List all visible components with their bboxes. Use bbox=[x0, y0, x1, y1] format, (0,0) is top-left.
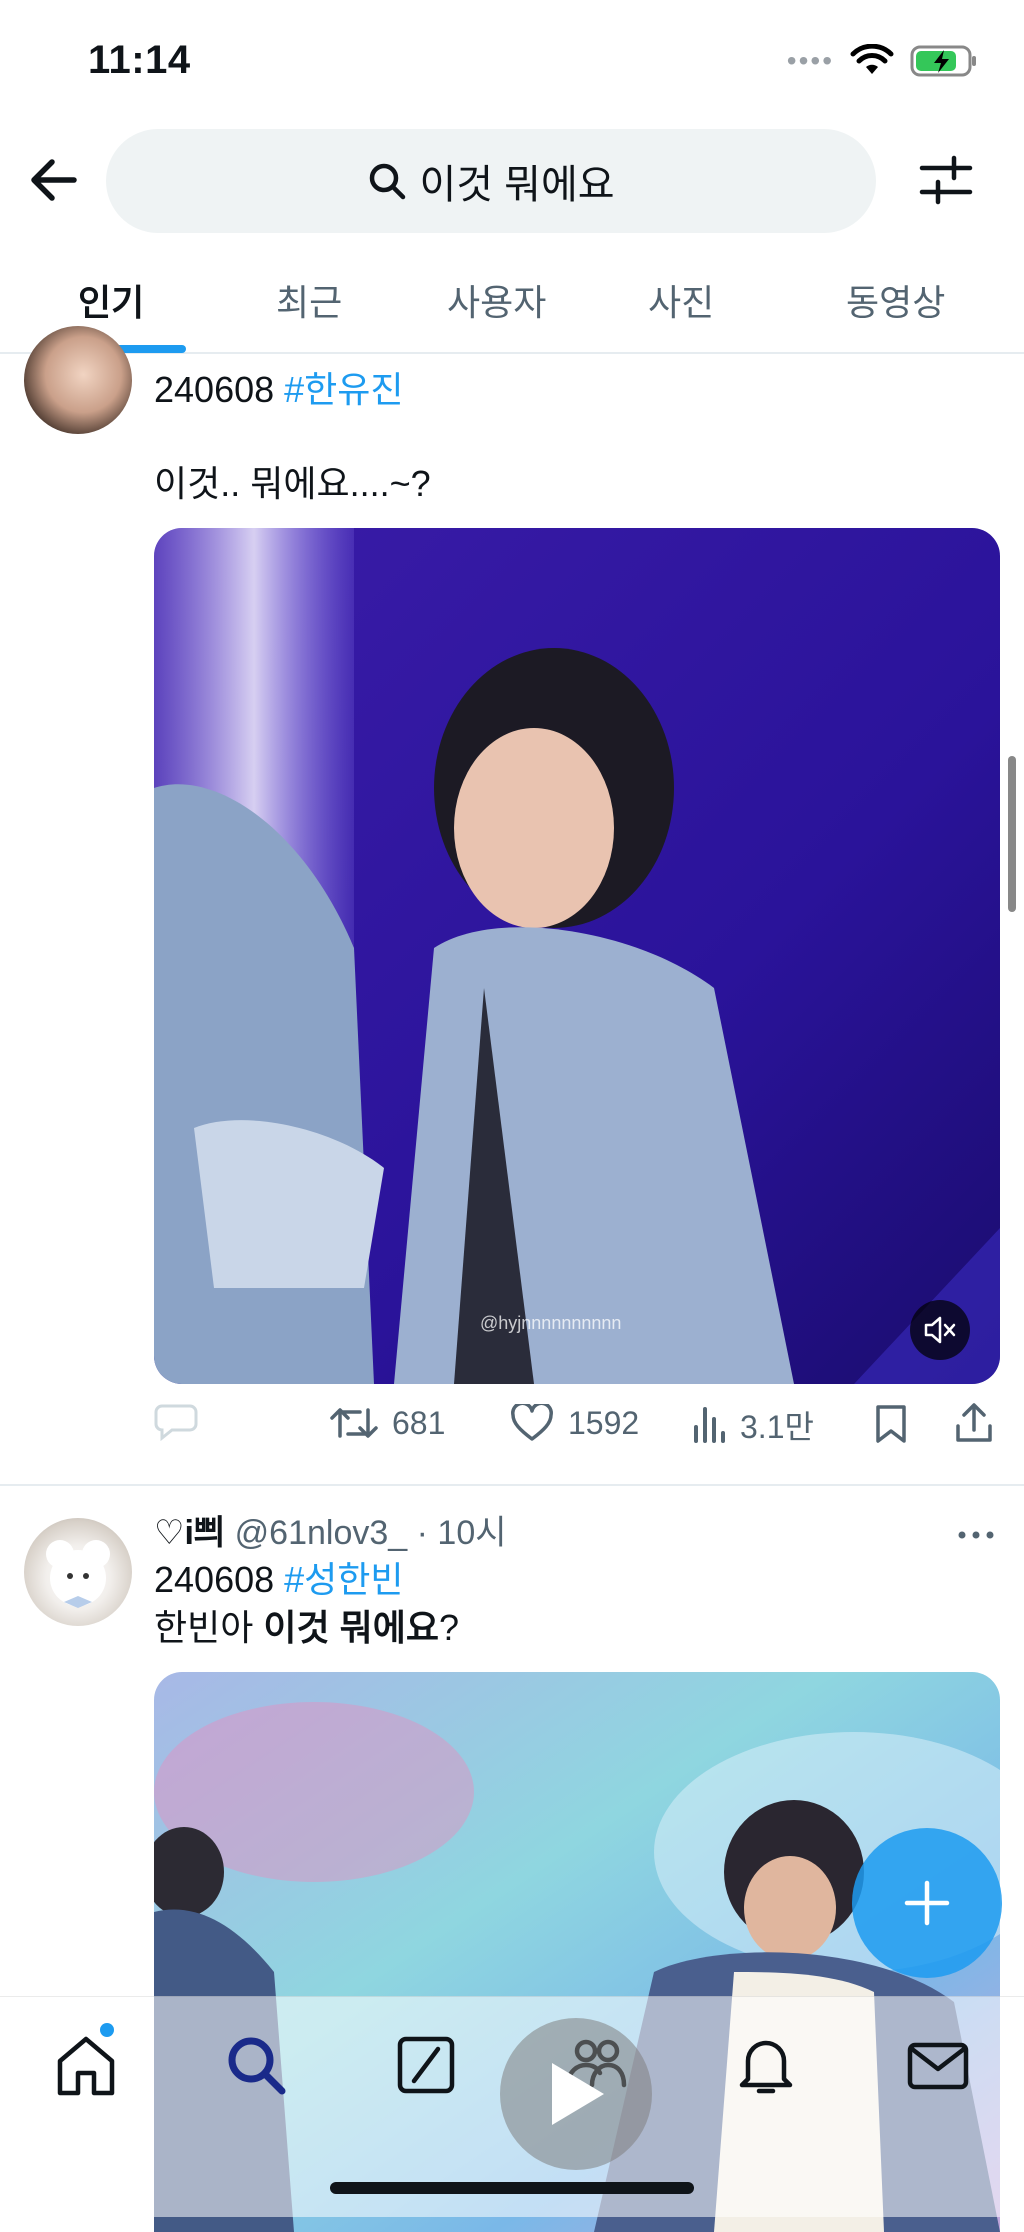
tab-popular[interactable]: 인기 bbox=[78, 274, 144, 326]
avatar[interactable] bbox=[24, 1518, 132, 1626]
notifications-icon[interactable] bbox=[732, 2031, 800, 2099]
battery-icon bbox=[910, 45, 976, 77]
post-body-prefix: 한빈아 bbox=[154, 1607, 264, 1648]
like-icon bbox=[511, 1404, 553, 1441]
video-watermark: @hyjnnnnnnnnnn bbox=[480, 1313, 622, 1333]
tab-users[interactable]: 사용자 bbox=[447, 274, 546, 326]
post-text: 240608 #한유진 bbox=[154, 366, 404, 414]
home-notification-dot bbox=[100, 2023, 114, 2037]
reply-icon bbox=[154, 1404, 198, 1442]
avatar-image bbox=[46, 1540, 110, 1608]
signal-dots-icon: •••• bbox=[786, 45, 834, 76]
video-frame bbox=[154, 528, 1000, 1384]
wifi-icon bbox=[850, 44, 894, 74]
more-icon[interactable] bbox=[956, 1520, 996, 1550]
handle-time: @61nlov3_ · 10시 bbox=[234, 1514, 507, 1552]
explore-icon[interactable] bbox=[222, 2031, 290, 2099]
play-icon bbox=[552, 2063, 604, 2125]
status-icons: •••• bbox=[787, 44, 978, 78]
search-tabs: 인기 최근 사용자 사진 동영상 bbox=[0, 252, 1024, 354]
mute-icon bbox=[924, 1316, 956, 1344]
views-button[interactable]: 3.1만 bbox=[692, 1402, 814, 1448]
search-input[interactable]: 이것 뭐에요 bbox=[106, 129, 876, 233]
post-divider bbox=[0, 1484, 1024, 1486]
tab-recent[interactable]: 최근 bbox=[276, 274, 342, 326]
display-name[interactable]: ♡i쁴 bbox=[154, 1514, 225, 1552]
grok-icon[interactable] bbox=[392, 2031, 460, 2099]
plus-icon bbox=[904, 1880, 950, 1926]
views-icon bbox=[694, 1407, 725, 1443]
mute-button[interactable] bbox=[910, 1300, 970, 1360]
post-text: 240608 #성한빈 bbox=[154, 1556, 404, 1604]
messages-icon[interactable] bbox=[904, 2031, 972, 2099]
hashtag-link[interactable]: #한유진 bbox=[284, 369, 403, 410]
compose-button[interactable] bbox=[852, 1828, 1002, 1978]
post-date: 240608 bbox=[154, 369, 275, 410]
retweet-icon bbox=[330, 1408, 378, 1438]
avatar[interactable] bbox=[24, 326, 132, 434]
post-body: 이것.. 뭐에요....~? bbox=[154, 463, 431, 504]
back-arrow-icon[interactable] bbox=[24, 150, 84, 210]
bookmark-icon[interactable] bbox=[874, 1404, 908, 1444]
tab-photos[interactable]: 사진 bbox=[648, 274, 714, 326]
tab-videos[interactable]: 동영상 bbox=[846, 274, 945, 326]
search-icon bbox=[370, 163, 406, 200]
scrollbar[interactable] bbox=[1008, 756, 1016, 912]
play-button[interactable] bbox=[500, 2018, 652, 2170]
retweet-count: 681 bbox=[392, 1404, 446, 1441]
hashtag-link[interactable]: #성한빈 bbox=[284, 1559, 403, 1600]
like-count: 1592 bbox=[568, 1404, 640, 1441]
post-date: 240608 bbox=[154, 1559, 275, 1600]
share-icon[interactable] bbox=[954, 1402, 994, 1444]
post-body: 한빈아 이것 뭐에요? bbox=[154, 1604, 459, 1652]
post-header: ♡i쁴 @61nlov3_ · 10시 bbox=[154, 1510, 507, 1556]
retweet-button[interactable]: 681 bbox=[330, 1404, 445, 1442]
like-button[interactable]: 1592 bbox=[510, 1404, 639, 1442]
post-body-bold: 이것 뭐에요 bbox=[263, 1607, 439, 1648]
reply-button[interactable] bbox=[154, 1402, 198, 1442]
home-indicator bbox=[330, 2182, 694, 2194]
filter-icon[interactable] bbox=[918, 152, 974, 208]
status-time: 11:14 bbox=[88, 38, 191, 82]
post-video[interactable]: @hyjnnnnnnnnnn bbox=[154, 528, 1000, 1384]
search-query: 이것 뭐에요 bbox=[419, 163, 615, 207]
home-icon[interactable] bbox=[52, 2031, 120, 2099]
views-count: 3.1만 bbox=[740, 1409, 814, 1445]
post-body-suffix: ? bbox=[438, 1607, 460, 1648]
